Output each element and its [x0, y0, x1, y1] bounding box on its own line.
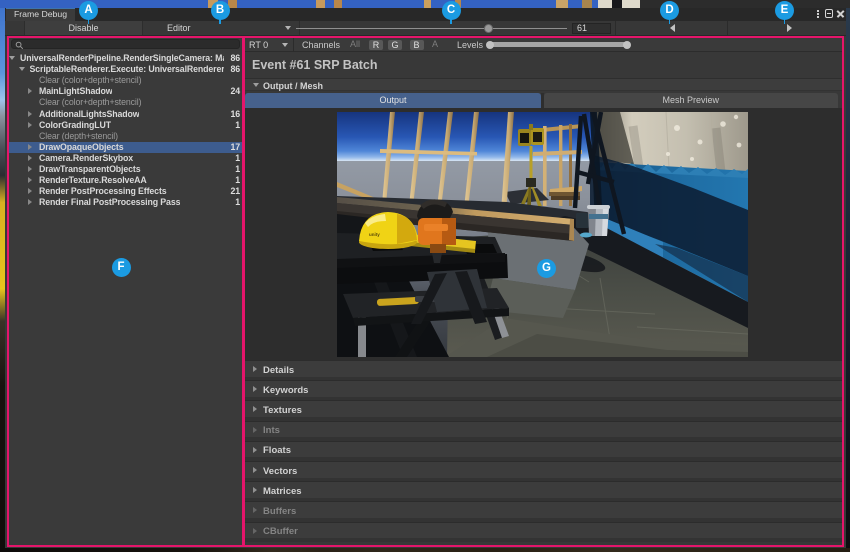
- svg-text:unity: unity: [369, 232, 380, 237]
